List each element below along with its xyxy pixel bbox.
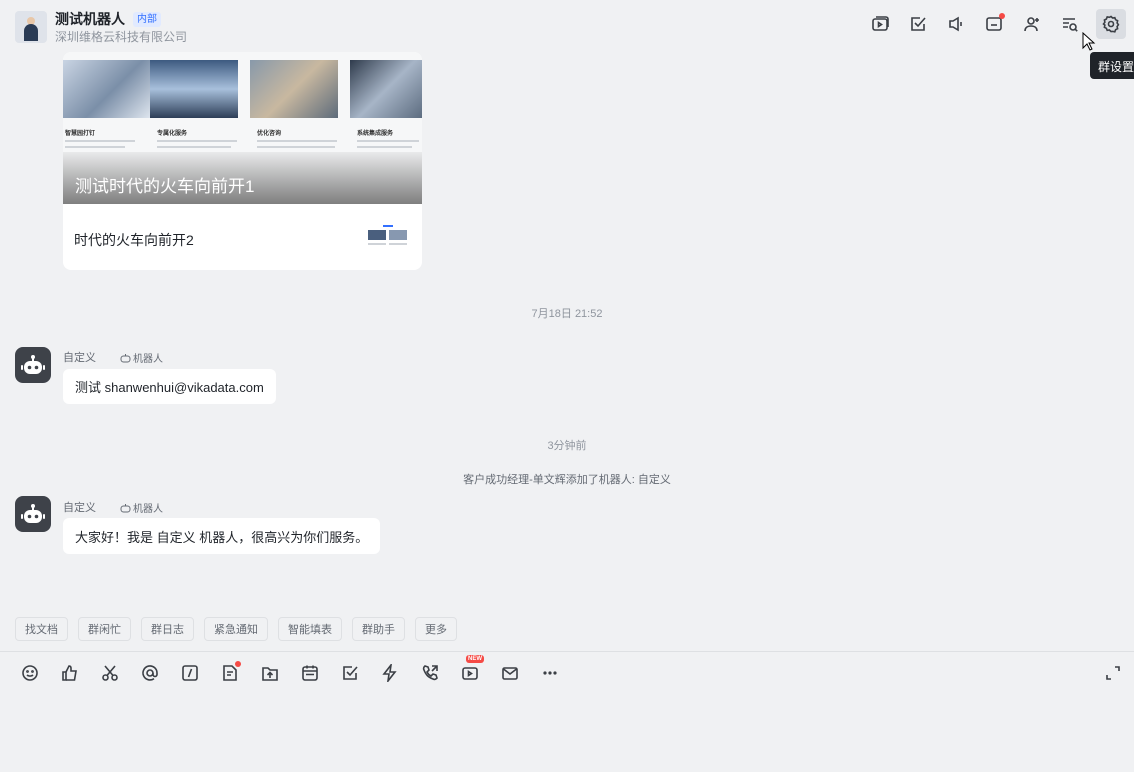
doc-icon[interactable] <box>218 661 241 684</box>
scissors-icon[interactable] <box>98 661 121 684</box>
card-subtitle: 时代的火车向前开2 <box>74 232 194 248</box>
search-history-icon[interactable] <box>1058 12 1082 36</box>
bot-tag: 机器人 <box>120 500 163 515</box>
settings-tooltip: 群设置 <box>1090 52 1134 79</box>
quick-group-busy-button[interactable]: 群闲忙 <box>78 617 131 641</box>
quick-find-doc-button[interactable]: 找文档 <box>15 617 68 641</box>
link-card[interactable]: 智慧园打钉 专属化服务 优化咨询 系统集成服务 测试时代的火车向前开1 时代的火… <box>63 52 422 270</box>
time-separator: 7月18日 21:52 <box>531 308 603 320</box>
thumbs-up-icon[interactable] <box>58 661 81 684</box>
chat-header: 测试机器人 内部 深圳维格云科技有限公司 <box>0 0 1134 50</box>
expand-composer-icon[interactable] <box>1105 665 1121 686</box>
message-input[interactable] <box>0 696 1134 772</box>
calendar-icon[interactable] <box>298 661 321 684</box>
group-avatar[interactable] <box>15 11 47 43</box>
system-message: 客户成功经理-单文辉添加了机器人: 自定义 <box>463 474 671 486</box>
meeting-icon[interactable] <box>868 12 892 36</box>
slash-command-icon[interactable] <box>178 661 201 684</box>
card-column-heading: 智慧园打钉 <box>65 131 96 137</box>
robot-small-icon <box>120 353 131 362</box>
todo-icon[interactable] <box>338 661 361 684</box>
quick-smart-form-button[interactable]: 智能填表 <box>278 617 342 641</box>
mail-icon[interactable] <box>498 661 521 684</box>
quick-group-log-button[interactable]: 群日志 <box>141 617 194 641</box>
bot-tag-label: 机器人 <box>133 504 163 515</box>
robot-icon <box>21 355 45 374</box>
announcement-icon[interactable] <box>944 12 968 36</box>
quick-actions: 找文档 群闲忙 群日志 紧急通知 智能填表 群助手 更多 <box>15 617 457 641</box>
sender-name[interactable]: 自定义 <box>63 499 96 515</box>
card-column-heading: 专属化服务 <box>157 131 188 137</box>
robot-icon <box>21 504 45 523</box>
call-icon[interactable] <box>418 661 441 684</box>
lightning-icon[interactable] <box>378 661 401 684</box>
card-thumbnail <box>365 222 412 252</box>
more-icon[interactable] <box>538 661 561 684</box>
mouse-cursor-icon <box>1082 32 1096 51</box>
quick-urgent-notice-button[interactable]: 紧急通知 <box>204 617 268 641</box>
composer-toolbar: NEW <box>18 655 561 684</box>
composer-divider <box>0 651 1134 652</box>
notification-dot <box>999 13 1005 19</box>
card-title: 测试时代的火车向前开1 <box>75 177 255 196</box>
chat-box-icon[interactable] <box>982 12 1006 36</box>
quick-more-button[interactable]: 更多 <box>415 617 457 641</box>
time-separator: 3分钟前 <box>547 440 587 452</box>
card-column-heading: 系统集成服务 <box>357 131 394 137</box>
mention-icon[interactable] <box>138 661 161 684</box>
live-icon[interactable]: NEW <box>458 655 484 684</box>
robot-small-icon <box>120 503 131 512</box>
new-badge: NEW <box>466 655 484 663</box>
add-member-icon[interactable] <box>1020 12 1044 36</box>
sender-name[interactable]: 自定义 <box>63 349 96 365</box>
quick-group-assistant-button[interactable]: 群助手 <box>352 617 405 641</box>
settings-icon[interactable] <box>1096 9 1126 39</box>
message-bubble[interactable]: 测试 shanwenhui@vikadata.com <box>63 369 276 404</box>
org-name: 深圳维格云科技有限公司 <box>55 30 188 44</box>
card-column-heading: 优化咨询 <box>257 131 282 137</box>
card-cover-image: 智慧园打钉 专属化服务 优化咨询 系统集成服务 测试时代的火车向前开1 <box>63 52 422 204</box>
bot-avatar[interactable] <box>15 347 51 383</box>
bot-tag: 机器人 <box>120 350 163 365</box>
task-icon[interactable] <box>906 12 930 36</box>
emoji-icon[interactable] <box>18 661 41 684</box>
message-bubble[interactable]: 大家好！我是 自定义 机器人，很高兴为你们服务。 <box>63 518 381 554</box>
chat-title[interactable]: 测试机器人 <box>55 9 125 29</box>
doc-notification-dot <box>235 661 241 667</box>
bot-tag-label: 机器人 <box>133 354 163 365</box>
bot-avatar[interactable] <box>15 496 51 532</box>
upload-icon[interactable] <box>258 661 281 684</box>
internal-badge: 内部 <box>133 11 161 27</box>
